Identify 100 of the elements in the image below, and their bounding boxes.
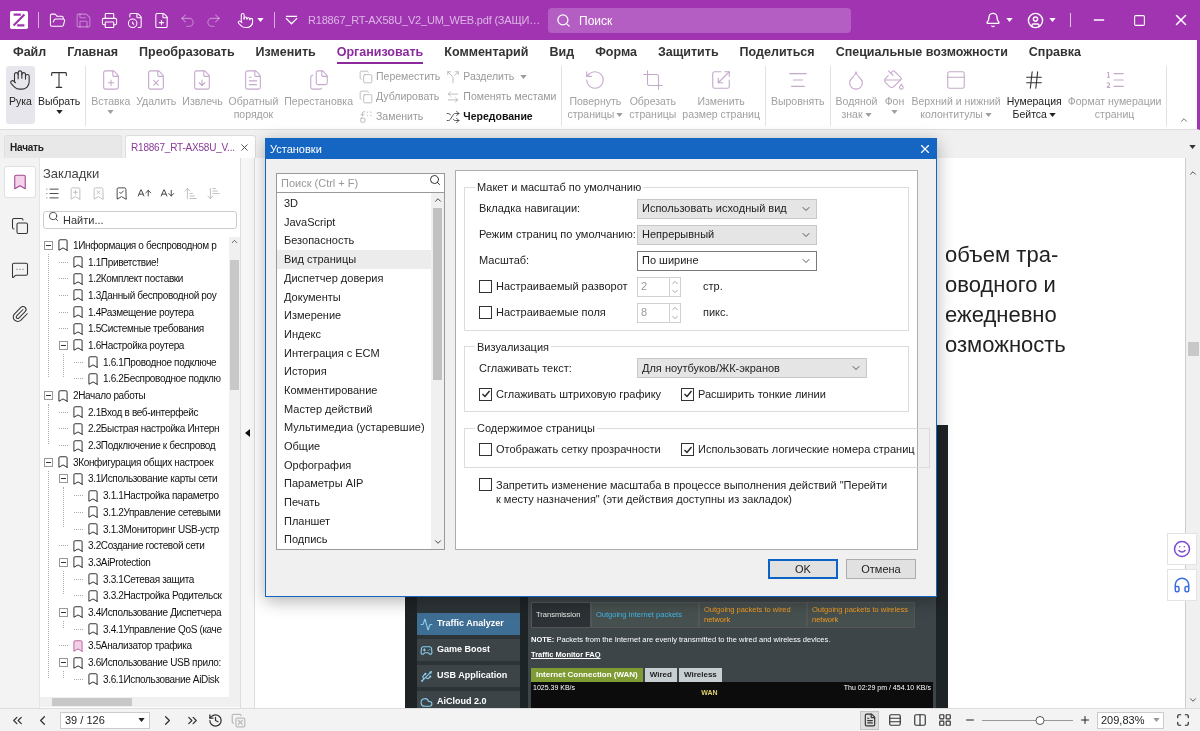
checkbox[interactable] [479,306,492,319]
scrollbar[interactable] [431,193,444,549]
bookmark-item[interactable]: 3.6Использование USB прило: [88,655,221,671]
bookmark-item[interactable]: 3.3.2Настройка Родительск [103,588,222,604]
scroll-down-icon[interactable] [432,537,443,547]
category-item[interactable]: JavaScript [277,212,431,232]
bookmark-item[interactable]: 3.1Использование карты сети [88,471,218,487]
category-item[interactable]: История [277,362,431,381]
category-item[interactable]: Интеграция с ECM [277,343,431,363]
menu-tab[interactable]: Поделиться [739,42,815,64]
scroll-thumb[interactable] [433,208,442,380]
bookmark-item[interactable]: 2Начало работы [73,388,146,404]
bookmark-item[interactable]: 3.3.1Сетевая защита [103,571,195,587]
view-history-button[interactable] [208,712,223,728]
bookmark-item[interactable]: 1Информация о беспроводном р [73,237,217,253]
checkbox[interactable] [681,443,694,456]
category-item[interactable]: Общие [277,436,431,456]
checkbox[interactable] [479,477,492,491]
ribbon-button[interactable]: Рука [6,66,35,124]
bookmark-item[interactable]: 3.1.2Управление сетевыми [103,504,221,520]
dropdown-select[interactable]: По ширине [637,250,817,271]
bookmark-item[interactable]: 1.1Приветствие! [88,254,159,270]
bookmark-item[interactable]: 3.1.1Настройка параметро [103,488,219,504]
category-item[interactable]: Документы [277,287,431,307]
router-nav-item[interactable]: Game Boost [417,639,520,661]
zoom-field[interactable]: 209,83% [1097,711,1164,729]
toolbar-button[interactable] [101,11,118,29]
router-nav-item[interactable]: USB Application [417,665,520,687]
fullscreen-icon[interactable] [1176,713,1190,727]
bookmark-item[interactable]: 3Конфигурация общих настроек [73,454,214,470]
category-item[interactable]: Мультимедиа (устаревшие) [277,418,431,437]
chat-button[interactable] [1167,533,1197,565]
bookmark-item[interactable]: 1.6.2Беспроводное подклю [103,371,221,387]
category-item[interactable]: Диспетчер доверия [277,268,431,288]
toolbar-button[interactable] [127,11,144,29]
router-tab[interactable]: Wireless [678,667,722,682]
menu-tab[interactable]: Форма [595,42,637,64]
scroll-up-icon[interactable] [230,237,239,246]
bookmark-item[interactable]: 1.6.1Проводное подключе [103,354,217,370]
menu-tab[interactable]: Преобразовать [139,42,235,64]
bookmark-item[interactable]: 1.4Размещение роутера [88,304,194,320]
zoom-slider[interactable] [982,715,1073,725]
collapse-icon[interactable] [59,557,68,567]
touch-mode-button[interactable] [237,11,264,29]
document-tab[interactable]: Начать [4,135,122,158]
dropdown-select[interactable]: Непрерывный [637,224,817,245]
menu-tab[interactable]: Справка [1028,42,1081,64]
collapse-icon[interactable] [59,340,68,350]
scroll-thumb[interactable] [1187,342,1199,356]
menu-tab[interactable]: Главная [67,42,119,64]
horizontal-scrollbar[interactable] [40,697,240,707]
category-item[interactable]: Вид страницы [277,250,431,269]
menu-tab[interactable]: Защитить [657,42,719,64]
bookmark-item[interactable]: 2.1Вход в веб-интерфейс [88,404,199,420]
collapse-icon[interactable] [59,658,68,668]
category-item[interactable]: Комментирование [277,380,431,400]
assistant-button[interactable] [1167,569,1197,601]
menu-tab[interactable]: Файл [13,42,47,64]
close-icon[interactable] [238,141,250,153]
category-item[interactable]: Параметры AIP [277,474,431,493]
dialog-button[interactable]: OK [768,559,838,579]
bookmark-item[interactable]: 2.3Подключение к беспровод [88,438,216,454]
scrollbar[interactable] [1185,158,1200,708]
category-item[interactable]: Мастер действий [277,399,431,419]
notifications-button[interactable] [985,12,1013,28]
bookmark-item[interactable]: 1.6Настройка роутера [88,337,185,353]
menu-tab[interactable]: Специальные возможности [835,42,1008,64]
bookmark-item[interactable]: 3.1.3Мониторинг USB-устр [103,521,219,537]
bookmark-item[interactable]: 3.5Анализатор трафика [88,638,192,654]
scroll-thumb[interactable] [52,698,132,706]
menu-tab[interactable]: Вид [549,42,575,64]
maximize-icon[interactable] [1133,13,1146,27]
category-item[interactable]: Орфография [277,455,431,475]
bookmark-search-field[interactable]: Найти... [43,211,237,229]
dialog-button[interactable]: Отмена [846,559,916,579]
close-icon[interactable] [918,142,932,156]
ribbon-button[interactable]: Выбрать [34,66,84,124]
checkbox[interactable] [479,280,492,293]
view-mode-button[interactable] [860,710,879,730]
bookmark-item[interactable]: 3.2Создание гостевой сети [88,538,205,554]
collapse-ribbon-icon[interactable] [1179,115,1189,125]
category-item[interactable]: 3D [277,194,431,213]
ribbon-button[interactable]: Нумерация Бейтса [1003,66,1065,124]
collapse-icon[interactable] [59,607,68,617]
bookmark-item[interactable]: 3.4.1Управление QoS (каче [103,621,222,637]
ribbon-button[interactable]: Чередование [446,108,557,126]
category-item[interactable]: Индекс [277,324,431,344]
bookmark-item[interactable]: 1.2Комплект поставки [88,271,184,287]
bookmark-item[interactable]: 3.3AiProtection [88,554,151,570]
toolbar-button[interactable] [49,11,66,29]
category-item[interactable]: Измерение [277,306,431,325]
toolbar-button[interactable] [153,11,170,29]
menu-tab[interactable]: Комментарий [444,42,529,64]
bookmark-item[interactable]: 2.2Быстрая настройка Интерн [88,421,220,437]
scroll-down-icon[interactable] [1188,695,1198,705]
collapse-icon[interactable] [59,474,68,484]
zoom-in-icon[interactable] [1079,714,1091,726]
router-tab[interactable]: Wired [644,667,677,682]
menu-tab[interactable]: Организовать [336,42,424,64]
router-nav-item[interactable]: AiCloud 2.0 [417,691,520,708]
